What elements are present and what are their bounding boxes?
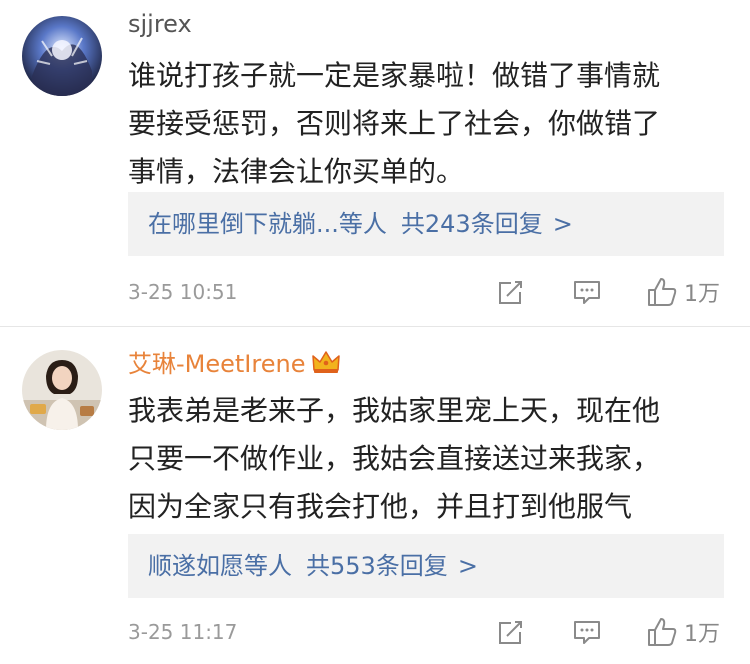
comment-bubble-icon [574, 281, 600, 304]
comment-text-line: 谁说打孩子就一定是家暴啦！做错了事情就 [128, 59, 661, 92]
timestamp: 3-25 10:51 [128, 280, 238, 304]
repost-button[interactable] [496, 614, 526, 650]
comment-text-line: 因为全家只有我会打他，并且打到他服气 [128, 490, 633, 523]
thumbs-up-icon [648, 278, 677, 306]
comment-text-line: 要接受惩罚，否则将来上了社会，你做错了 [128, 107, 661, 140]
share-edit-icon [499, 621, 522, 644]
reply-preview: 在哪里倒下就躺...等人 [148, 210, 387, 238]
comment-item: sjjrex 谁说打孩子就一定是家暴啦！做错了事情就 要接受惩罚，否则将来上了社… [0, 0, 750, 326]
reply-count: 共553条回复 [306, 552, 448, 580]
comment-meta: 3-25 10:51 1万 [0, 272, 750, 316]
chevron-right-icon: > [552, 210, 573, 238]
comment-text: 谁说打孩子就一定是家暴啦！做错了事情就 要接受惩罚，否则将来上了社会，你做错了 … [128, 52, 718, 196]
avatar[interactable] [22, 16, 102, 96]
like-button[interactable]: 1万 [646, 614, 720, 650]
reply-preview: 顺遂如愿等人 [148, 552, 292, 580]
comment-meta: 3-25 11:17 1万 [0, 612, 750, 656]
username[interactable]: sjjrex [128, 10, 192, 38]
timestamp: 3-25 11:17 [128, 620, 238, 644]
avatar[interactable] [22, 350, 102, 430]
avatar-image [22, 350, 102, 430]
comment-button[interactable] [572, 274, 602, 310]
comment-item: 艾琳-MeetIrene 我表弟是老来子，我姑家里宠上天，现在他 只要一不做作业… [0, 327, 750, 664]
share-edit-icon [499, 281, 522, 304]
repost-button[interactable] [496, 274, 526, 310]
username[interactable]: 艾琳-MeetIrene [128, 344, 341, 379]
comment-text: 我表弟是老来子，我姑家里宠上天，现在他 只要一不做作业，我姑会直接送过来我家， … [128, 387, 718, 531]
replies-summary-button[interactable]: 在哪里倒下就躺...等人 共243条回复 > [128, 192, 724, 256]
comment-text-line: 我表弟是老来子，我姑家里宠上天，现在他 [128, 394, 661, 427]
like-button[interactable]: 1万 [646, 274, 720, 310]
username-text: 艾琳-MeetIrene [128, 350, 306, 378]
like-count: 1万 [684, 622, 720, 647]
crown-icon [312, 351, 341, 373]
replies-summary-button[interactable]: 顺遂如愿等人 共553条回复 > [128, 534, 724, 598]
comment-text-line: 只要一不做作业，我姑会直接送过来我家， [128, 442, 661, 475]
reply-count: 共243条回复 [400, 210, 543, 238]
like-count: 1万 [684, 282, 720, 307]
chevron-right-icon: > [457, 552, 478, 580]
comment-bubble-icon [574, 621, 600, 644]
thumbs-up-icon [648, 618, 677, 646]
comment-button[interactable] [572, 614, 602, 650]
comment-text-line: 事情，法律会让你买单的。 [128, 155, 465, 188]
avatar-image [22, 16, 102, 96]
